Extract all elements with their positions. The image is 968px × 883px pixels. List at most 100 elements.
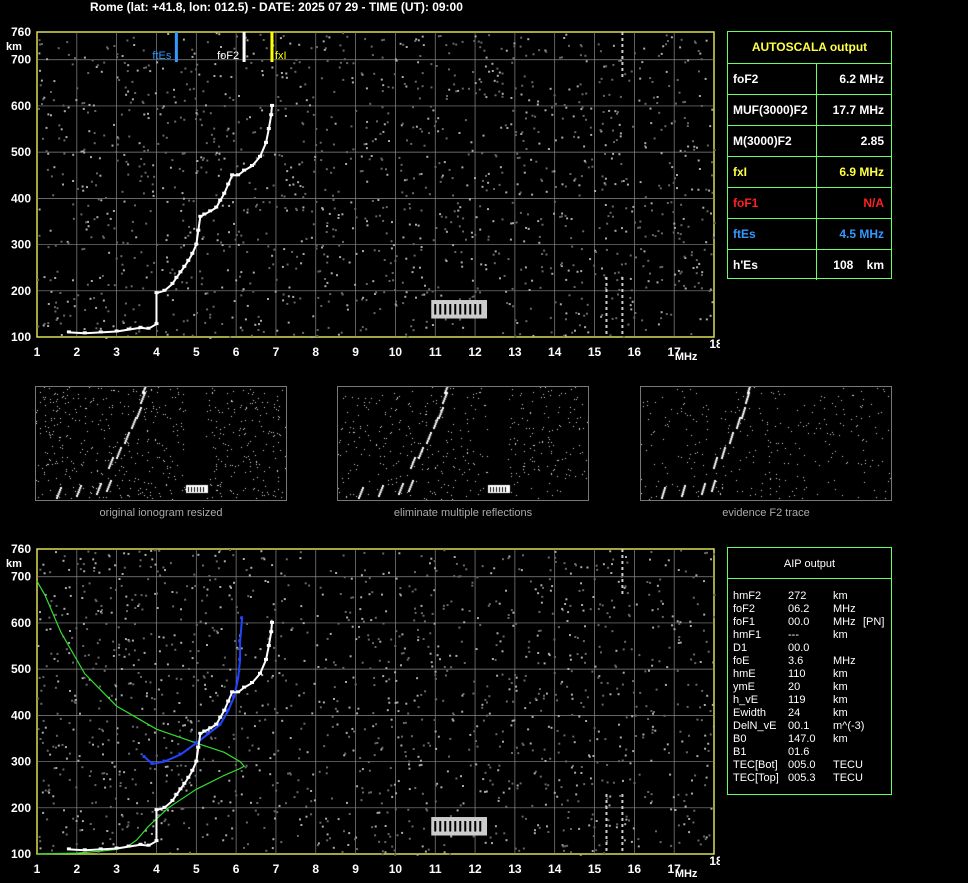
- noise-dot: [361, 661, 364, 664]
- noise-dot: [504, 124, 507, 127]
- noise-dot: [571, 697, 574, 700]
- noise-dot: [408, 837, 411, 840]
- noise-dot: [400, 744, 403, 747]
- noise-dot: [42, 811, 45, 814]
- noise-dot: [508, 678, 511, 681]
- noise-dot: [586, 696, 589, 699]
- noise-dot: [621, 683, 624, 686]
- noise-dot: [124, 638, 127, 641]
- aip-row-value: 06.2: [788, 603, 810, 615]
- noise-dot: [354, 283, 357, 286]
- noise-dot: [380, 167, 383, 170]
- noise-dot: [68, 641, 71, 644]
- noise-dot: [632, 827, 635, 830]
- noise-dot: [433, 589, 436, 592]
- noise-dot: [290, 704, 293, 707]
- noise-dot: [648, 669, 650, 672]
- noise-dot: [188, 827, 191, 829]
- noise-dot: [341, 213, 344, 216]
- noise-dot: [422, 744, 425, 747]
- noise-dot: [408, 767, 411, 770]
- noise-dot: [708, 189, 711, 192]
- noise-dot: [313, 799, 316, 802]
- noise-dot: [88, 741, 91, 744]
- noise-dot: [679, 641, 682, 644]
- noise-dot: [583, 159, 586, 162]
- noise-dot: [331, 797, 333, 800]
- noise-dot: [141, 707, 144, 710]
- autoscala-row-value-cell: 4.5 MHz: [816, 219, 892, 249]
- noise-dot: [263, 826, 266, 829]
- noise-dot: [444, 318, 447, 321]
- noise-dot: [390, 638, 393, 641]
- noise-dot: [271, 254, 274, 257]
- noise-dot: [336, 723, 339, 726]
- noise-dot: [58, 137, 61, 140]
- noise-dot: [57, 680, 60, 683]
- noise-dot: [216, 694, 219, 697]
- trace-segment: [265, 128, 270, 144]
- noise-dot: [597, 624, 600, 627]
- noise-dot: [49, 753, 52, 756]
- noise-dot: [453, 83, 456, 86]
- noise-dot: [423, 620, 426, 623]
- noise-dot: [140, 813, 143, 815]
- noise-dot: [291, 250, 294, 253]
- noise-dot: [423, 144, 426, 147]
- noise-dot: [112, 210, 115, 212]
- noise-dot: [190, 70, 193, 73]
- noise-dot: [499, 277, 501, 280]
- noise-dot: [118, 643, 121, 646]
- noise-dot: [604, 287, 607, 290]
- noise-dot: [188, 225, 190, 228]
- noise-dot: [530, 158, 533, 161]
- noise-dot: [486, 685, 489, 688]
- noise-dot: [629, 296, 632, 299]
- noise-dot: [285, 707, 288, 710]
- noise-dot: [262, 201, 265, 204]
- noise-dot: [136, 69, 139, 72]
- noise-dot: [202, 157, 205, 160]
- noise-dot: [169, 271, 172, 274]
- noise-dot: [364, 569, 366, 572]
- aip-row-label: ymE: [733, 681, 755, 693]
- noise-dot: [507, 258, 510, 261]
- noise-dot: [511, 287, 514, 290]
- noise-dot: [625, 815, 628, 818]
- noise-dot: [142, 49, 145, 52]
- noise-dot: [503, 832, 506, 835]
- noise-dot: [537, 220, 540, 223]
- noise-dot: [77, 294, 80, 297]
- noise-dot: [595, 849, 598, 852]
- noise-dot: [577, 312, 580, 315]
- noise-dot: [686, 815, 689, 818]
- trace-segment: [259, 659, 267, 675]
- noise-dot: [360, 574, 363, 577]
- noise-dot: [580, 297, 583, 300]
- noise-dot: [248, 749, 251, 752]
- noise-dot: [239, 275, 241, 278]
- noise-dot: [453, 575, 456, 578]
- noise-dot: [421, 293, 424, 296]
- noise-dot: [510, 682, 513, 684]
- noise-dot: [510, 97, 513, 99]
- noise-dot: [176, 692, 179, 695]
- noise-dot: [89, 297, 92, 300]
- noise-dot: [491, 783, 494, 786]
- noise-dot: [75, 627, 78, 630]
- noise-dot: [635, 705, 638, 708]
- noise-dot: [92, 667, 95, 670]
- marker-label-fxi: fxI: [275, 50, 287, 62]
- noise-dot: [107, 739, 110, 742]
- noise-dot: [62, 104, 65, 107]
- noise-dot: [706, 551, 708, 554]
- noise-dot: [182, 38, 185, 41]
- noise-dot: [505, 805, 508, 808]
- noise-dot: [482, 778, 485, 781]
- noise-dot: [644, 670, 647, 673]
- noise-dot: [37, 728, 40, 731]
- aip-row-label: TEC[Bot]: [733, 759, 778, 771]
- noise-dot: [302, 253, 305, 255]
- noise-dot: [646, 581, 649, 583]
- noise-dot: [249, 116, 251, 119]
